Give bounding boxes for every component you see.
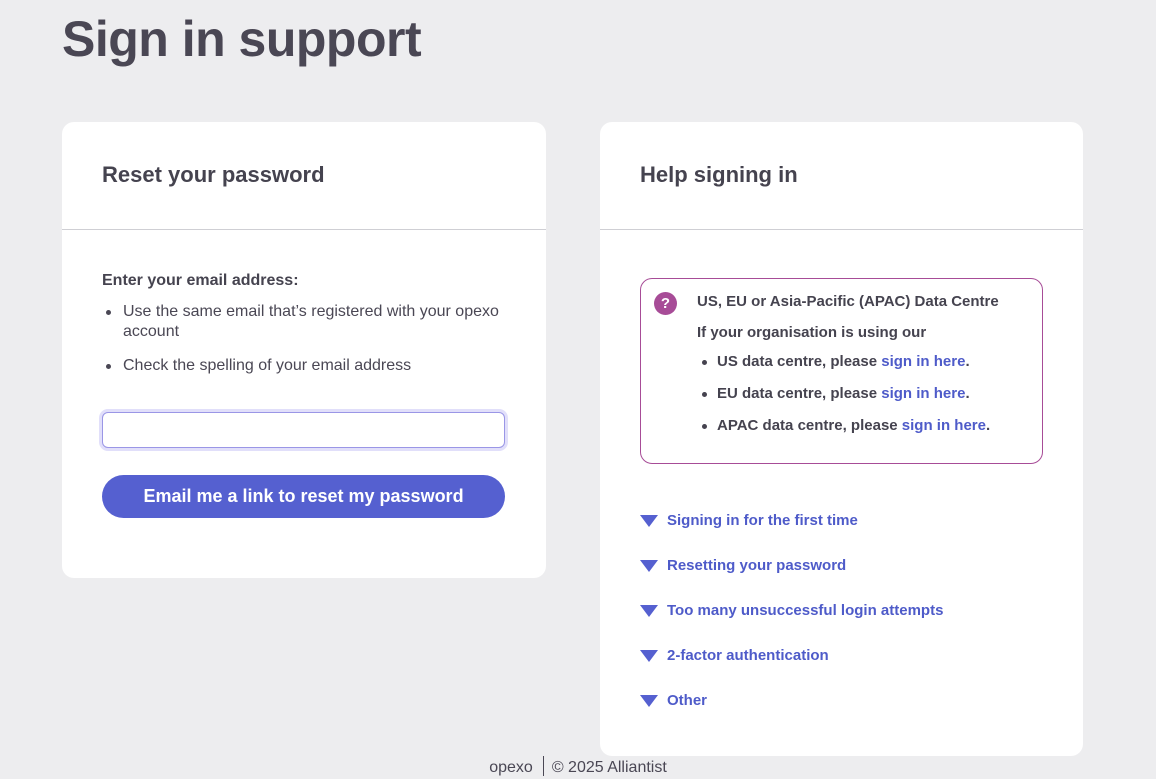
email-input[interactable] bbox=[102, 412, 505, 448]
help-card-heading: Help signing in bbox=[640, 162, 798, 187]
email-instructions-lead: Enter your email address: bbox=[102, 272, 299, 289]
page-footer: opexo © 2025 Alliantist bbox=[0, 756, 1156, 777]
list-item: Check the spelling of your email address bbox=[102, 356, 506, 376]
list-item: US data centre, please sign in here. bbox=[697, 351, 1042, 383]
reset-card-body: Enter your email address: Use the same e… bbox=[62, 230, 546, 518]
data-centre-notice: ? US, EU or Asia-Pacific (APAC) Data Cen… bbox=[640, 278, 1043, 464]
reset-card-header: Reset your password bbox=[62, 122, 546, 230]
eu-sign-in-link[interactable]: sign in here bbox=[881, 385, 965, 402]
accordion-label: Resetting your password bbox=[667, 557, 847, 574]
email-reset-link-button[interactable]: Email me a link to reset my password bbox=[102, 475, 505, 518]
notice-title: US, EU or Asia-Pacific (APAC) Data Centr… bbox=[697, 293, 999, 310]
accordion-item-2fa[interactable]: 2-factor authentication bbox=[640, 633, 1043, 678]
sentence-end: . bbox=[965, 353, 970, 370]
help-accordion: Signing in for the first time Resetting … bbox=[640, 498, 1043, 723]
sentence-end: . bbox=[965, 385, 970, 402]
footer-divider bbox=[542, 756, 544, 776]
caret-down-icon bbox=[640, 559, 658, 572]
data-centre-text-us: US data centre, please bbox=[717, 353, 882, 370]
reset-card-heading: Reset your password bbox=[102, 162, 325, 187]
help-card-header: Help signing in bbox=[600, 122, 1083, 230]
accordion-label: 2-factor authentication bbox=[667, 647, 829, 664]
data-centre-text-apac: APAC data centre, please bbox=[717, 417, 902, 434]
caret-down-icon bbox=[640, 604, 658, 617]
accordion-label: Too many unsuccessful login attempts bbox=[667, 602, 944, 619]
sign-in-support-page: Sign in support Reset your password Ente… bbox=[0, 0, 1156, 779]
email-instructions-list: Use the same email that’s registered wit… bbox=[102, 302, 506, 376]
list-item: APAC data centre, please sign in here. bbox=[697, 415, 1042, 447]
list-item: Use the same email that’s registered wit… bbox=[102, 302, 506, 342]
footer-brand: opexo bbox=[489, 759, 533, 776]
accordion-label: Signing in for the first time bbox=[667, 512, 858, 529]
help-signing-in-card: Help signing in ? US, EU or Asia-Pacific… bbox=[600, 122, 1083, 756]
accordion-label: Other bbox=[667, 692, 708, 709]
reset-password-card: Reset your password Enter your email add… bbox=[62, 122, 546, 578]
apac-sign-in-link[interactable]: sign in here bbox=[902, 417, 986, 434]
accordion-item-first-time[interactable]: Signing in for the first time bbox=[640, 498, 1043, 543]
accordion-item-other[interactable]: Other bbox=[640, 678, 1043, 723]
caret-down-icon bbox=[640, 514, 658, 527]
list-item: EU data centre, please sign in here. bbox=[697, 383, 1042, 415]
data-centre-text-eu: EU data centre, please bbox=[717, 385, 882, 402]
us-sign-in-link[interactable]: sign in here bbox=[881, 353, 965, 370]
footer-copyright: © 2025 Alliantist bbox=[551, 759, 667, 776]
question-icon: ? bbox=[654, 292, 677, 315]
caret-down-icon bbox=[640, 649, 658, 662]
sentence-end: . bbox=[985, 417, 991, 434]
caret-down-icon bbox=[640, 694, 658, 707]
help-card-body: ? US, EU or Asia-Pacific (APAC) Data Cen… bbox=[600, 230, 1083, 723]
accordion-item-resetting-password[interactable]: Resetting your password bbox=[640, 543, 1043, 588]
notice-intro: If your organisation is using our bbox=[697, 324, 927, 341]
accordion-item-login-attempts[interactable]: Too many unsuccessful login attempts bbox=[640, 588, 1043, 633]
data-centre-list: US data centre, please sign in here. EU … bbox=[697, 351, 1042, 447]
page-title: Sign in support bbox=[62, 11, 422, 67]
